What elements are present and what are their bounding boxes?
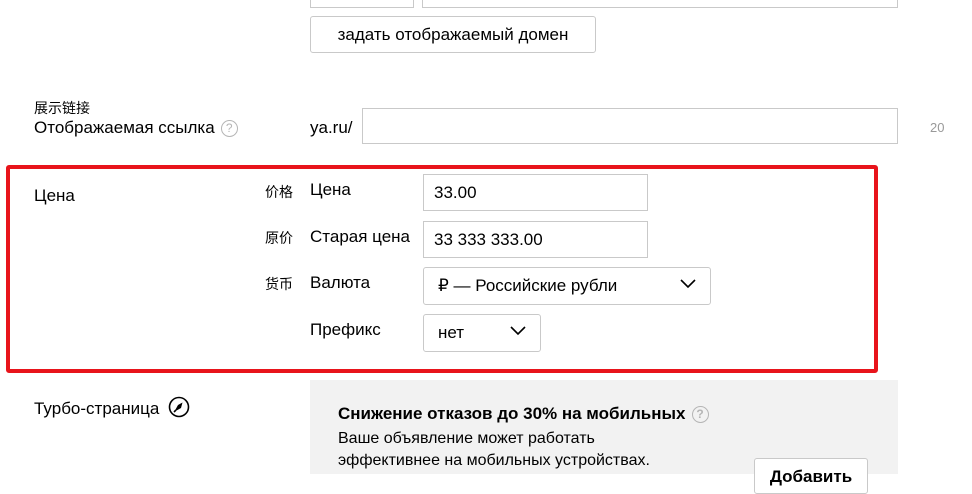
turbo-panel-line2: эффективнее на мобильных устройствах.: [338, 452, 650, 469]
turbo-page-label-text: Турбо-страница: [34, 399, 160, 418]
display-link-label: Отображаемая ссылка?: [34, 118, 238, 138]
question-circle-icon[interactable]: ?: [220, 120, 238, 137]
prefix-select[interactable]: нет: [423, 314, 541, 352]
set-display-domain-button[interactable]: задать отображаемый домен: [310, 16, 596, 53]
turbo-page-label: Турбо-страница: [34, 396, 190, 419]
turbo-panel-line1: Ваше объявление может работать: [338, 430, 595, 447]
price-label-zh: 价格: [265, 184, 293, 200]
chevron-down-icon: [680, 279, 696, 289]
price-section-title: Цена: [34, 186, 75, 205]
old-price-input[interactable]: 33 333 333.00: [423, 221, 648, 258]
currency-select[interactable]: ₽ — Российские рубли: [423, 267, 711, 305]
question-circle-icon[interactable]: ?: [691, 406, 709, 423]
old-price-label: Старая цена: [310, 227, 411, 246]
currency-selected-value: ₽ — Российские рубли: [438, 276, 618, 295]
top-cut-field-right[interactable]: [422, 0, 898, 8]
turbo-panel-title-text: Снижение отказов до 30% на мобильных: [338, 404, 686, 423]
turbo-info-panel: Снижение отказов до 30% на мобильных? Ва…: [310, 380, 898, 494]
display-link-input[interactable]: [362, 108, 898, 144]
display-link-prefix: ya.ru/: [310, 118, 353, 137]
rocket-icon: [168, 396, 190, 418]
turbo-panel-title: Снижение отказов до 30% на мобильных?: [338, 404, 709, 424]
prefix-selected-value: нет: [438, 323, 465, 342]
prefix-label: Префикс: [310, 320, 381, 339]
old-price-label-zh: 原价: [265, 230, 293, 246]
display-link-char-limit: 20: [930, 120, 945, 135]
display-link-label-text: Отображаемая ссылка: [34, 118, 215, 137]
price-label: Цена: [310, 180, 351, 199]
chevron-down-icon: [510, 326, 526, 336]
display-link-label-zh: 展示链接: [34, 100, 90, 116]
add-turbo-page-button[interactable]: Добавить: [754, 458, 868, 494]
top-cut-field-left[interactable]: [310, 0, 414, 8]
currency-label-zh: 货币: [265, 276, 293, 292]
currency-label: Валюта: [310, 273, 371, 292]
price-input[interactable]: 33.00: [423, 174, 648, 211]
